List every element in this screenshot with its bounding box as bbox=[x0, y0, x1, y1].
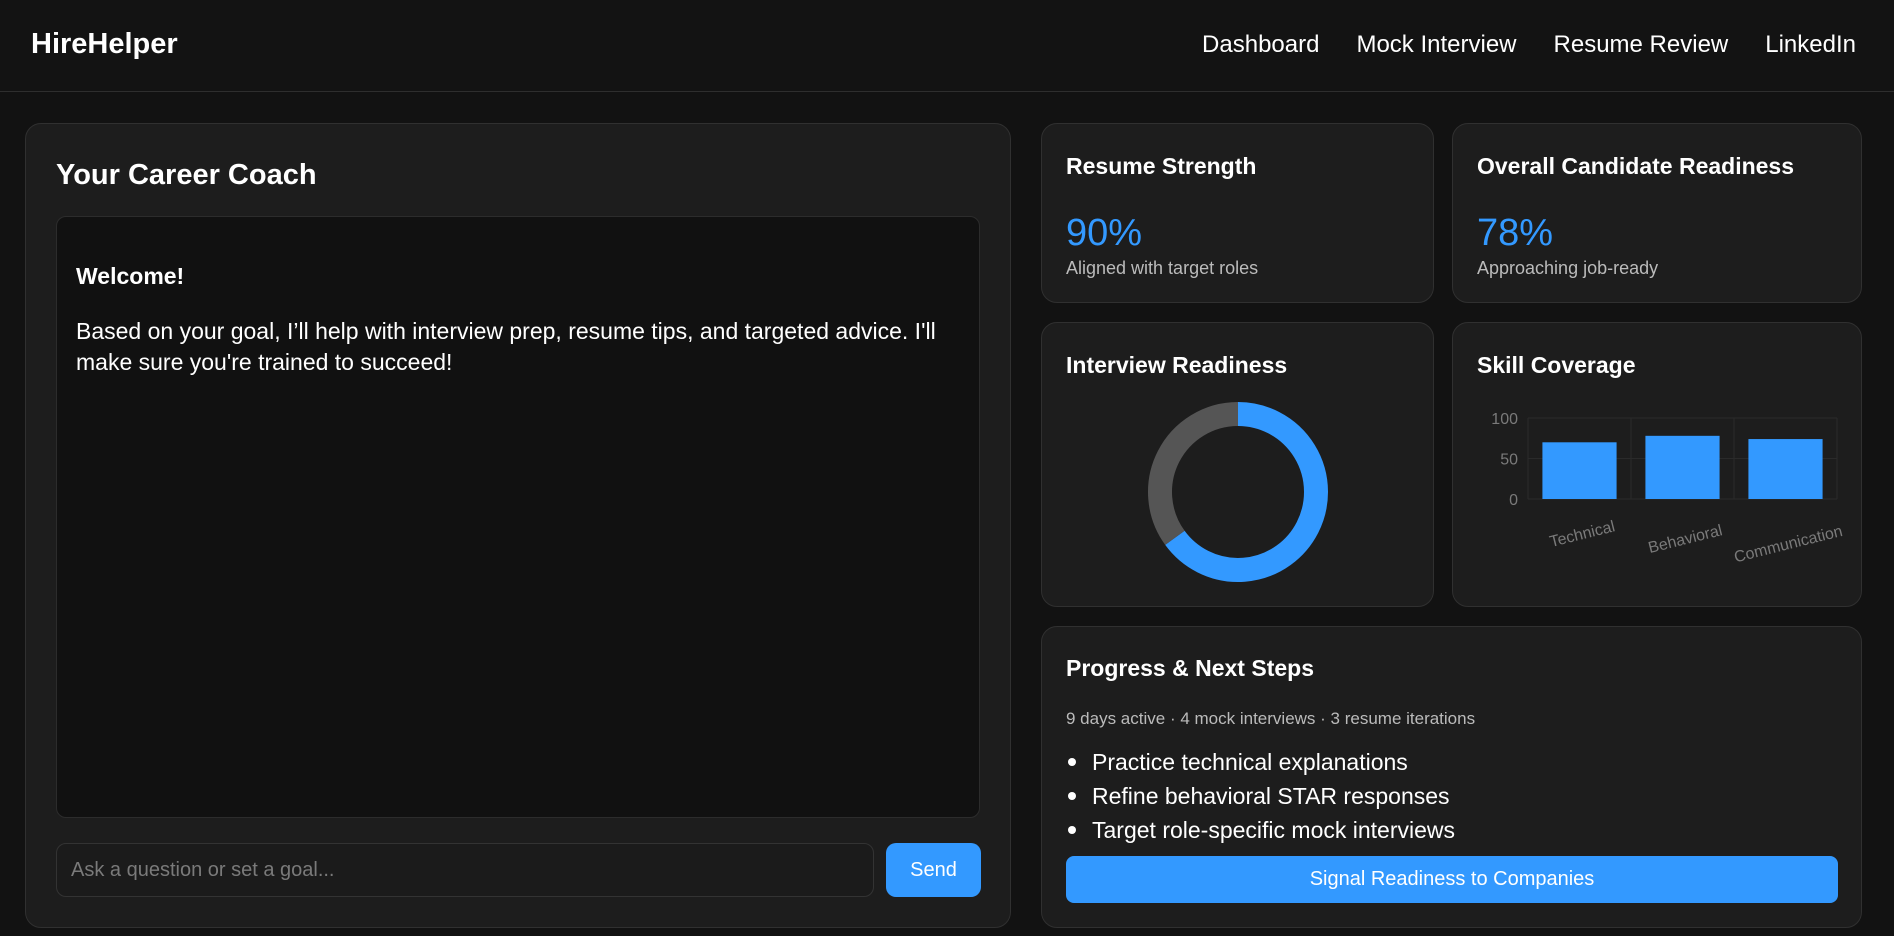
top-navigation-bar: HireHelper Dashboard Mock Interview Resu… bbox=[0, 0, 1894, 92]
list-item: Practice technical explanations bbox=[1066, 745, 1455, 779]
send-button[interactable]: Send bbox=[886, 843, 981, 897]
step-label: Refine behavioral STAR responses bbox=[1092, 783, 1450, 809]
chat-message: Based on your goal, I’ll help with inter… bbox=[76, 318, 936, 375]
x-tick-label: Communication bbox=[1732, 523, 1844, 566]
progress-title: Progress & Next Steps bbox=[1066, 655, 1314, 681]
progress-stats: 9 days active · 4 mock interviews · 3 re… bbox=[1066, 709, 1476, 728]
bar-behavioral bbox=[1645, 435, 1720, 499]
nav-dashboard[interactable]: Dashboard bbox=[1202, 31, 1319, 59]
brand-logo[interactable]: HireHelper bbox=[31, 28, 178, 61]
chat-welcome-heading: Welcome! bbox=[76, 263, 185, 289]
chat-input[interactable] bbox=[56, 843, 874, 897]
step-label: Practice technical explanations bbox=[1092, 749, 1408, 775]
resume-strength-caption: Aligned with target roles bbox=[1066, 258, 1259, 278]
donut-slice-remaining bbox=[1148, 402, 1239, 545]
bullet-icon bbox=[1068, 758, 1076, 766]
chat-history[interactable]: Welcome! Based on your goal, I’ll help w… bbox=[56, 216, 980, 818]
x-tick-label: Behavioral bbox=[1647, 522, 1724, 557]
bullet-icon bbox=[1068, 826, 1076, 834]
resume-strength-value: 90% bbox=[1066, 212, 1143, 254]
y-tick-label: 50 bbox=[1500, 452, 1518, 469]
overall-readiness-card: Overall Candidate Readiness 78% Approach… bbox=[1452, 123, 1862, 303]
nav-linkedin[interactable]: LinkedIn bbox=[1765, 31, 1856, 59]
overall-readiness-caption: Approaching job-ready bbox=[1477, 258, 1659, 278]
x-tick-label: Technical bbox=[1548, 518, 1617, 551]
skill-coverage-bar-chart: 0 50 100 Technical Behavioral Communication bbox=[1491, 411, 1844, 566]
bullet-icon bbox=[1068, 792, 1076, 800]
nav-resume-review[interactable]: Resume Review bbox=[1554, 31, 1729, 59]
overall-readiness-value: 78% bbox=[1477, 212, 1554, 254]
list-item: Refine behavioral STAR responses bbox=[1066, 779, 1455, 813]
overall-readiness-title: Overall Candidate Readiness bbox=[1477, 153, 1795, 179]
progress-next-steps-card: Progress & Next Steps 9 days active · 4 … bbox=[1041, 626, 1862, 928]
nav-mock-interview[interactable]: Mock Interview bbox=[1356, 31, 1516, 59]
coach-title: Your Career Coach bbox=[56, 159, 317, 191]
bar-communication bbox=[1748, 439, 1823, 499]
step-label: Target role-specific mock interviews bbox=[1092, 817, 1456, 843]
skill-coverage-card: Skill Coverage 0 50 100 Technical Behavioral… bbox=[1452, 322, 1862, 607]
career-coach-panel: Your Career Coach Welcome! Based on your… bbox=[25, 123, 1011, 928]
interview-readiness-donut-chart bbox=[1148, 402, 1328, 582]
y-tick-label: 0 bbox=[1509, 492, 1518, 509]
resume-strength-title: Resume Strength bbox=[1066, 153, 1257, 179]
bar-technical bbox=[1542, 442, 1617, 499]
next-steps-list: Practice technical explanations Refine b… bbox=[1066, 745, 1455, 847]
y-tick-label: 100 bbox=[1491, 411, 1518, 428]
main-nav: Dashboard Mock Interview Resume Review L… bbox=[1202, 31, 1856, 59]
interview-readiness-card: Interview Readiness bbox=[1041, 322, 1434, 607]
resume-strength-card: Resume Strength 90% Aligned with target … bbox=[1041, 123, 1434, 303]
list-item: Target role-specific mock interviews bbox=[1066, 813, 1455, 847]
signal-readiness-button[interactable]: Signal Readiness to Companies bbox=[1066, 856, 1838, 903]
